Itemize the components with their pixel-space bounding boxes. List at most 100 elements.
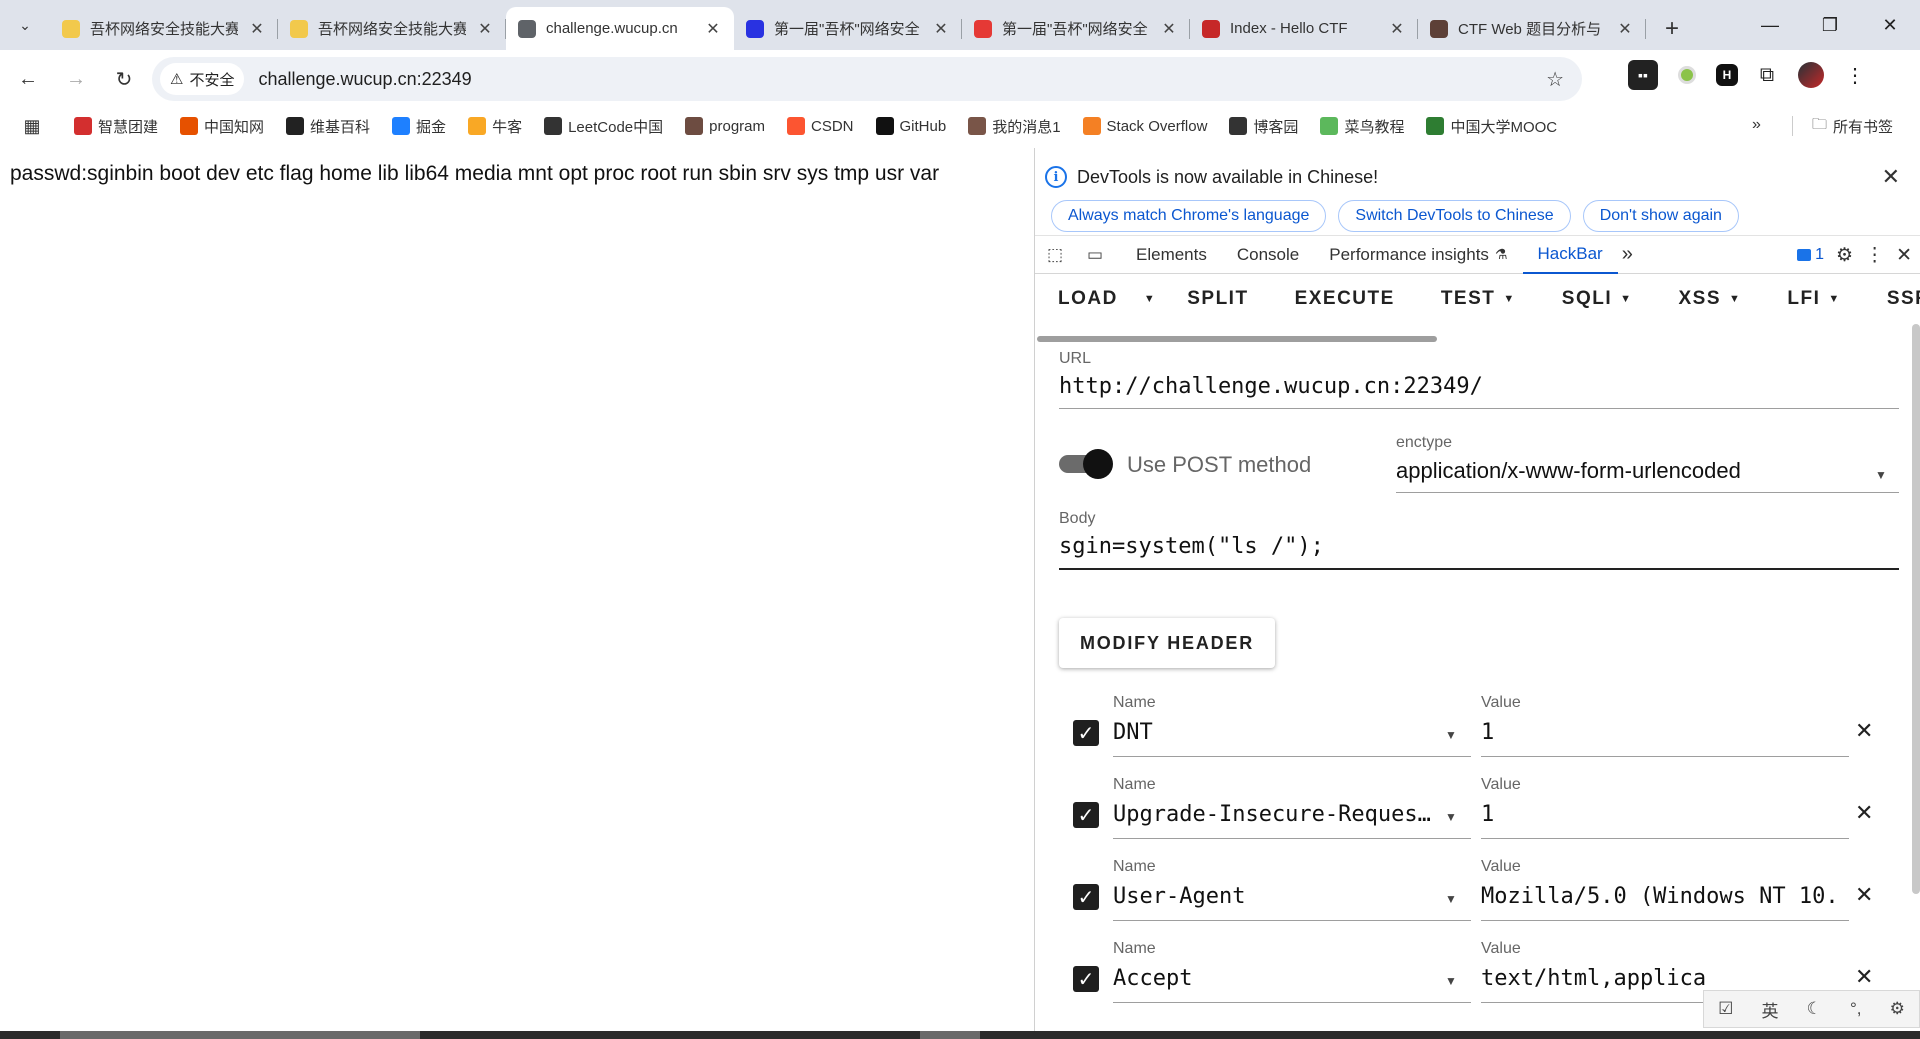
bookmark-item[interactable]: 菜鸟教程 [1320, 116, 1404, 137]
tab-close-icon[interactable]: ✕ [1388, 19, 1406, 39]
remove-header-icon[interactable]: ✕ [1855, 800, 1873, 826]
body-input[interactable]: sgin=system("ls /"); [1059, 534, 1899, 559]
header-enabled-checkbox[interactable]: ✓ [1073, 720, 1099, 746]
browser-tab[interactable]: Index - Hello CTF ✕ [1190, 7, 1418, 50]
bookmark-item[interactable]: 中国大学MOOC [1426, 116, 1557, 137]
close-window-button[interactable]: ✕ [1860, 0, 1920, 50]
inspect-element-icon[interactable]: ⬚ [1035, 245, 1075, 265]
apps-grid-icon[interactable]: ▦ [12, 116, 52, 137]
browser-tab[interactable]: 第一届"吾杯"网络安全 ✕ [962, 7, 1190, 50]
browser-tab[interactable]: CTF Web 题目分析与 ✕ [1418, 7, 1646, 50]
ime-lang-toggle[interactable]: 英 [1761, 997, 1778, 1022]
ime-settings-icon[interactable]: ⚙ [1890, 999, 1905, 1019]
xss-menu[interactable]: XSS ▼ [1656, 288, 1765, 310]
kebab-menu-icon[interactable]: ⋮ [1840, 60, 1870, 90]
extension-icon-2[interactable] [1672, 60, 1702, 90]
switch-chinese-button[interactable]: Switch DevTools to Chinese [1338, 200, 1571, 232]
hackbar-extension-icon[interactable]: H [1716, 64, 1738, 86]
taskbar-segment[interactable] [60, 1031, 420, 1039]
execute-button[interactable]: EXECUTE [1272, 288, 1418, 310]
header-value-input[interactable]: 1 [1481, 802, 1839, 827]
header-enabled-checkbox[interactable]: ✓ [1073, 884, 1099, 910]
browser-tab[interactable]: 第一届"吾杯"网络安全 ✕ [734, 7, 962, 50]
tab-elements[interactable]: Elements [1121, 236, 1222, 274]
header-name-input[interactable]: Upgrade-Insecure-Requests [1113, 802, 1433, 827]
security-chip[interactable]: ⚠ 不安全 [160, 63, 245, 95]
back-button[interactable]: ← [8, 59, 48, 99]
bookmark-item[interactable]: program [685, 117, 765, 135]
puzzle-icon[interactable]: ⧉ [1752, 60, 1782, 90]
test-menu[interactable]: TEST ▼ [1418, 288, 1539, 310]
tab-close-icon[interactable]: ✕ [1160, 19, 1178, 39]
bookmark-item[interactable]: Stack Overflow [1082, 117, 1207, 135]
minimize-button[interactable]: — [1740, 0, 1800, 50]
ime-check-icon[interactable]: ☑ [1718, 999, 1733, 1019]
address-bar[interactable]: ⚠ 不安全 challenge.wucup.cn:22349 ☆ [152, 57, 1582, 101]
remove-header-icon[interactable]: ✕ [1855, 882, 1873, 908]
bookmark-item[interactable]: 博客园 [1229, 116, 1298, 137]
post-method-toggle[interactable] [1059, 449, 1113, 479]
moon-icon[interactable]: ☾ [1807, 999, 1822, 1019]
load-button[interactable]: LOAD [1035, 288, 1132, 310]
match-language-button[interactable]: Always match Chrome's language [1051, 200, 1327, 232]
bookmark-item[interactable]: 维基百科 [286, 116, 370, 137]
close-devtools-icon[interactable]: ✕ [1896, 244, 1912, 267]
bookmark-item[interactable]: CSDN [787, 117, 854, 135]
tab-close-icon[interactable]: ✕ [1616, 19, 1634, 39]
header-value-input[interactable]: text/html,applica [1481, 966, 1839, 991]
header-enabled-checkbox[interactable]: ✓ [1073, 966, 1099, 992]
ssrf-menu[interactable]: SSRF [1864, 288, 1920, 310]
reload-button[interactable]: ↻ [104, 59, 144, 99]
tab-close-icon[interactable]: ✕ [932, 19, 950, 39]
tab-hackbar[interactable]: HackBar [1522, 236, 1618, 274]
tab-console[interactable]: Console [1222, 236, 1314, 274]
punctuation-icon[interactable]: °, [1850, 999, 1862, 1019]
browser-tab[interactable]: 吾杯网络安全技能大赛 ✕ [50, 7, 278, 50]
header-enabled-checkbox[interactable]: ✓ [1073, 802, 1099, 828]
modify-header-button[interactable]: MODIFY HEADER [1059, 618, 1275, 668]
devtools-menu-icon[interactable]: ⋮ [1865, 244, 1884, 267]
split-button[interactable]: SPLIT [1164, 288, 1271, 310]
header-name-input[interactable]: Accept [1113, 966, 1433, 991]
header-value-input[interactable]: Mozilla/5.0 (Windows NT 10. [1481, 884, 1839, 909]
remove-header-icon[interactable]: ✕ [1855, 964, 1873, 990]
new-tab-button[interactable]: + [1654, 11, 1690, 47]
url-input[interactable]: http://challenge.wucup.cn:22349/ [1059, 374, 1899, 399]
tab-search-button[interactable]: ⌄ [10, 10, 40, 40]
lfi-menu[interactable]: LFI ▼ [1764, 288, 1863, 310]
all-bookmarks-button[interactable]: 🗀 所有书签 [1812, 114, 1893, 139]
device-toolbar-icon[interactable]: ▭ [1075, 245, 1115, 265]
close-icon[interactable]: ✕ [1882, 164, 1900, 190]
bookmark-star-icon[interactable]: ☆ [1546, 67, 1564, 92]
forward-button[interactable]: → [56, 59, 96, 99]
load-dropdown-button[interactable]: ▼ [1136, 293, 1164, 305]
browser-tab[interactable]: challenge.wucup.cn ✕ [506, 7, 734, 50]
tab-performance-insights[interactable]: Performance insights ⚗ [1314, 236, 1522, 274]
tab-close-icon[interactable]: ✕ [476, 19, 494, 39]
bookmarks-overflow-button[interactable]: » [1752, 116, 1761, 134]
browser-tab[interactable]: 吾杯网络安全技能大赛 ✕ [278, 7, 506, 50]
gear-icon[interactable]: ⚙ [1836, 244, 1853, 267]
bookmark-item[interactable]: LeetCode中国 [544, 116, 663, 137]
bookmark-item[interactable]: GitHub [875, 117, 946, 135]
bookmark-item[interactable]: 掘金 [392, 116, 446, 137]
tab-close-icon[interactable]: ✕ [248, 19, 266, 39]
enctype-select[interactable]: application/x-www-form-urlencoded [1396, 458, 1856, 484]
profile-avatar[interactable] [1796, 60, 1826, 90]
header-name-input[interactable]: User-Agent [1113, 884, 1433, 909]
bookmark-item[interactable]: 中国知网 [180, 116, 264, 137]
bookmark-item[interactable]: 智慧团建 [74, 116, 158, 137]
header-name-input[interactable]: DNT [1113, 720, 1433, 745]
sqli-menu[interactable]: SQLI ▼ [1539, 288, 1656, 310]
taskbar-segment[interactable] [920, 1031, 980, 1039]
bookmark-item[interactable]: 我的消息1 [968, 116, 1061, 137]
extension-icon-1[interactable]: ▪▪ [1628, 60, 1658, 90]
url-text[interactable]: challenge.wucup.cn:22349 [258, 69, 471, 90]
remove-header-icon[interactable]: ✕ [1855, 718, 1873, 744]
devtools-scrollbar[interactable] [1912, 324, 1920, 894]
dont-show-again-button[interactable]: Don't show again [1582, 200, 1739, 232]
restore-button[interactable]: ❐ [1800, 0, 1860, 50]
header-value-input[interactable]: 1 [1481, 720, 1839, 745]
issues-badge[interactable]: 1 [1797, 246, 1824, 264]
tab-close-icon[interactable]: ✕ [704, 19, 722, 39]
